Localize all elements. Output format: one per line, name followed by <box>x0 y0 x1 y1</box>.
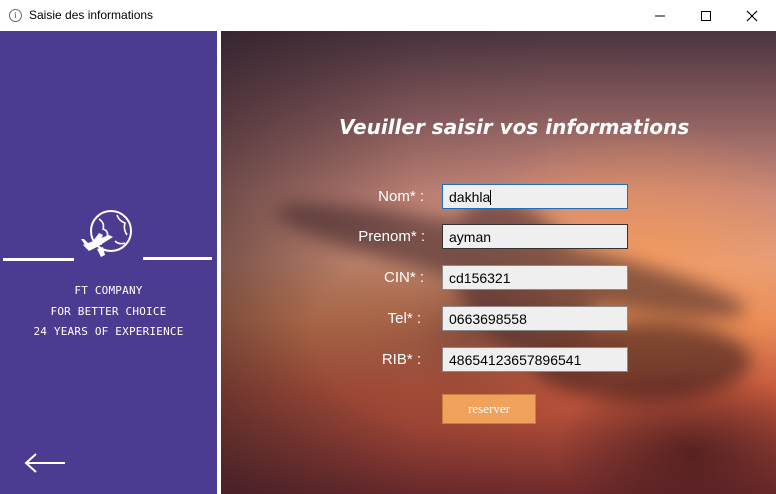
reserver-button[interactable]: reserver <box>442 394 536 424</box>
nom-value: dakhla <box>449 189 491 205</box>
minimize-button[interactable] <box>637 0 683 31</box>
company-tagline: FT COMPANY FOR BETTER CHOICE 24 YEARS OF… <box>0 281 217 343</box>
label-prenom: Prenom* : <box>358 228 425 245</box>
close-icon <box>746 10 758 21</box>
company-slogan: FOR BETTER CHOICE <box>50 304 167 318</box>
nom-field[interactable]: dakhla <box>442 184 628 209</box>
label-nom: Nom* : <box>378 188 424 205</box>
form-heading: Veuiller saisir vos informations <box>339 115 690 139</box>
window-title: Saisie des informations <box>29 8 154 22</box>
company-name: FT COMPANY <box>74 284 143 297</box>
info-icon: i <box>9 9 22 22</box>
arrow-left-icon[interactable] <box>23 452 67 474</box>
company-experience: 24 YEARS OF EXPERIENCE <box>33 325 184 338</box>
prenom-field[interactable]: ayman <box>442 224 628 249</box>
label-cin: CIN* : <box>383 269 424 286</box>
title-bar: i Saisie des informations <box>0 0 776 31</box>
maximize-button[interactable] <box>683 0 729 31</box>
label-rib: RIB* : <box>381 351 421 368</box>
text-caret <box>490 190 492 205</box>
label-tel: Tel* : <box>387 310 421 327</box>
divider-line-right <box>143 257 212 260</box>
divider-line-left <box>3 258 74 261</box>
minimize-icon <box>655 15 665 16</box>
cin-field[interactable]: cd156321 <box>442 265 628 290</box>
main-panel <box>221 31 776 494</box>
globe-plane-icon <box>81 210 132 257</box>
close-button[interactable] <box>729 0 775 31</box>
rib-field[interactable]: 48654123657896541 <box>442 347 628 372</box>
maximize-icon <box>701 10 711 21</box>
background-shade <box>221 31 776 494</box>
tel-field[interactable]: 0663698558 <box>442 306 628 331</box>
